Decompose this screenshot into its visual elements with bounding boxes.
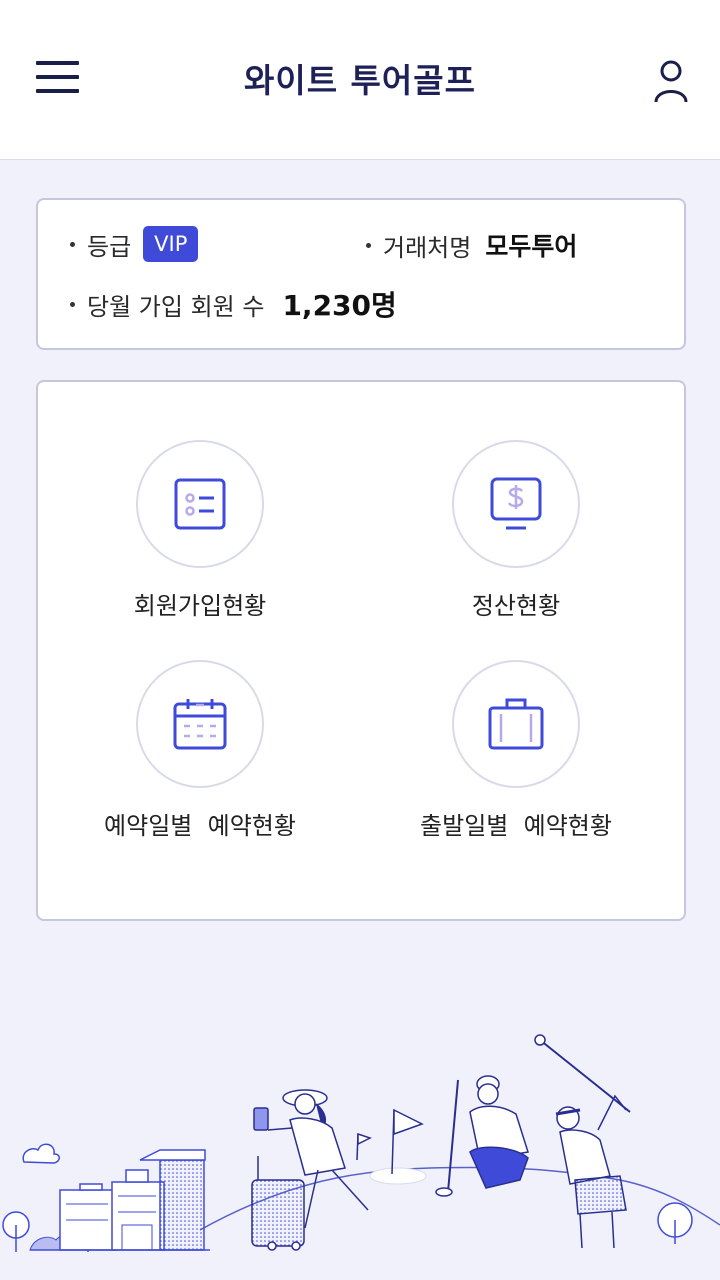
- settlement-dollar-icon: [490, 477, 542, 530]
- bullet-dot: [366, 242, 371, 248]
- bullet-dot: [70, 241, 75, 247]
- menu-label: 정산현황: [471, 592, 561, 620]
- app-header: 와이트 투어골프: [0, 0, 720, 160]
- bullet-dot: [70, 301, 75, 307]
- menu-reservation-by-booking-date[interactable]: 예약일별 예약현황: [50, 660, 350, 841]
- menu-label: 회원가입현황: [133, 592, 267, 620]
- members-row: 당월 가입 회원 수 1,230명: [70, 284, 397, 324]
- icon-circle: [136, 660, 264, 788]
- account-info-card: 등급 VIP 거래처명 모두투어 당월 가입 회원 수 1,230명: [36, 198, 686, 350]
- menu-label: 출발일별 예약현황: [420, 812, 612, 840]
- menu-reservation-by-departure-date[interactable]: 출발일별 예약현황: [366, 660, 666, 841]
- user-profile-icon[interactable]: [652, 58, 690, 104]
- members-value: 1,230명: [282, 289, 397, 322]
- calendar-icon: [173, 699, 227, 750]
- partner-row: 거래처명 모두투어: [366, 228, 577, 262]
- golf-travel-illustration: [2, 1034, 720, 1252]
- grade-label: 등급: [87, 232, 132, 261]
- grade-badge: VIP: [143, 226, 199, 262]
- grade-row: 등급 VIP: [70, 226, 199, 262]
- partner-value: 모두투어: [485, 232, 578, 261]
- icon-circle: [136, 440, 264, 568]
- icon-circle: [452, 660, 580, 788]
- member-list-icon: [174, 478, 226, 530]
- menu-label: 예약일별 예약현황: [104, 812, 296, 840]
- icon-circle: [452, 440, 580, 568]
- partner-label: 거래처명: [383, 233, 472, 262]
- menu-settlement-status[interactable]: 정산현황: [366, 440, 666, 621]
- members-label: 당월 가입 회원 수: [87, 292, 265, 321]
- suitcase-icon: [488, 698, 544, 750]
- page-title: 와이트 투어골프: [243, 61, 476, 100]
- menu-grid-card: 회원가입현황 정산현황 예약일별 예약현황 출발일별 예약현황: [36, 380, 686, 921]
- menu-member-signup-status[interactable]: 회원가입현황: [50, 440, 350, 621]
